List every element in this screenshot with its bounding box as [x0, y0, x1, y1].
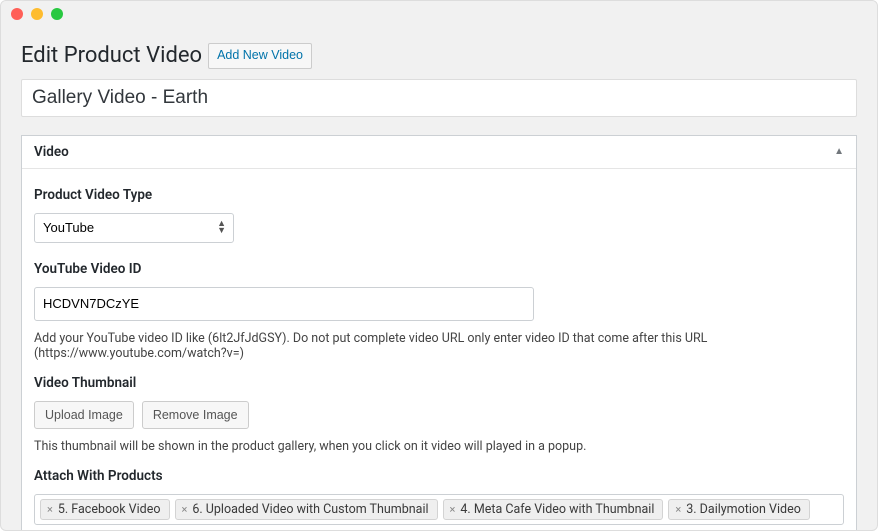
token-label: 6. Uploaded Video with Custom Thumbnail [192, 502, 428, 517]
video-id-input[interactable] [34, 287, 534, 321]
maximize-icon[interactable] [51, 8, 63, 20]
metabox-body: Product Video Type YouTube ▲▼ YouTube Vi… [22, 169, 856, 531]
video-type-select-wrap: YouTube ▲▼ [34, 213, 234, 243]
attach-label: Attach With Products [34, 468, 844, 484]
upload-image-button[interactable]: Upload Image [34, 401, 134, 429]
token-label: 4. Meta Cafe Video with Thumbnail [460, 502, 654, 517]
chevron-up-icon[interactable]: ▲ [834, 147, 844, 157]
product-token: × 6. Uploaded Video with Custom Thumbnai… [175, 499, 438, 520]
thumbnail-label: Video Thumbnail [34, 375, 844, 391]
product-token: × 3. Dailymotion Video [668, 499, 809, 520]
metabox-title: Video [34, 144, 69, 160]
remove-token-icon[interactable]: × [675, 504, 681, 515]
window-titlebar [1, 1, 877, 27]
remove-image-button[interactable]: Remove Image [142, 401, 249, 429]
page-body: Edit Product Video Add New Video Video ▲… [1, 27, 877, 531]
thumbnail-buttons: Upload Image Remove Image [34, 401, 844, 429]
thumbnail-help: This thumbnail will be shown in the prod… [34, 439, 844, 454]
minimize-icon[interactable] [31, 8, 43, 20]
remove-token-icon[interactable]: × [182, 504, 188, 515]
product-token: × 4. Meta Cafe Video with Thumbnail [443, 499, 664, 520]
page-header: Edit Product Video Add New Video [21, 43, 857, 69]
remove-token-icon[interactable]: × [47, 504, 53, 515]
product-token: × 5. Facebook Video [40, 499, 170, 520]
token-label: 3. Dailymotion Video [686, 502, 801, 517]
remove-token-icon[interactable]: × [450, 504, 456, 515]
video-id-help: Add your YouTube video ID like (6lt2JfJd… [34, 331, 844, 361]
video-type-label: Product Video Type [34, 187, 844, 203]
video-type-select[interactable]: YouTube [34, 213, 234, 243]
post-title-input[interactable] [21, 79, 857, 117]
token-label: 5. Facebook Video [58, 502, 161, 517]
page-title: Edit Product Video [21, 43, 202, 68]
window-frame: Edit Product Video Add New Video Video ▲… [0, 0, 878, 531]
video-id-label: YouTube Video ID [34, 261, 844, 277]
attach-products-field[interactable]: × 5. Facebook Video × 6. Uploaded Video … [34, 494, 844, 525]
video-metabox: Video ▲ Product Video Type YouTube ▲▼ Yo… [21, 135, 857, 531]
metabox-header[interactable]: Video ▲ [22, 136, 856, 169]
close-icon[interactable] [11, 8, 23, 20]
add-new-video-button[interactable]: Add New Video [208, 43, 312, 69]
